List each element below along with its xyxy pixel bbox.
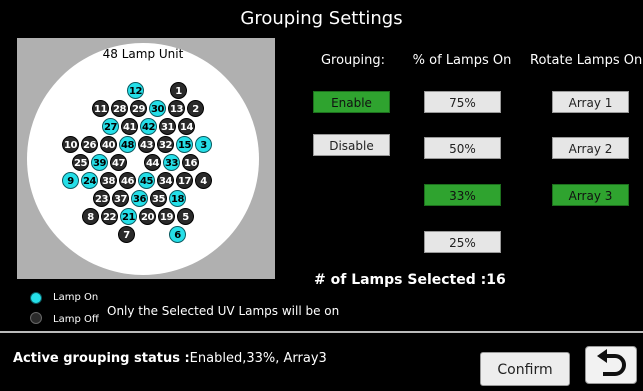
lamp-9[interactable]: 9: [62, 172, 79, 189]
lamp-8[interactable]: 8: [82, 208, 99, 225]
lamp-44[interactable]: 44: [144, 154, 161, 171]
lamp-unit-panel: 48 Lamp Unit 12 1 11 28 29 30 13 2 27 41 42 31 14 10 2…: [17, 38, 275, 279]
lamp-15[interactable]: 15: [176, 136, 193, 153]
lamp-1[interactable]: 1: [170, 82, 187, 99]
lamp-41[interactable]: 41: [121, 118, 138, 135]
grouping-header: Grouping:: [320, 53, 386, 68]
lamp-16[interactable]: 16: [182, 154, 199, 171]
lamp-47[interactable]: 47: [110, 154, 127, 171]
lamp-32[interactable]: 32: [157, 136, 174, 153]
lamp-34[interactable]: 34: [157, 172, 174, 189]
lamp-17[interactable]: 17: [176, 172, 193, 189]
status-value: Enabled,33%, Array3: [189, 351, 327, 366]
lamp-30[interactable]: 30: [149, 100, 166, 117]
lamp-18[interactable]: 18: [169, 190, 186, 207]
lamp-36[interactable]: 36: [131, 190, 148, 207]
lamp-off-dot-icon: [30, 312, 42, 324]
percent-25-button[interactable]: 25%: [424, 231, 501, 253]
lamps-selected-readout: # of Lamps Selected :16: [314, 272, 506, 288]
lamp-37[interactable]: 37: [112, 190, 129, 207]
lamp-20[interactable]: 20: [139, 208, 156, 225]
divider: [0, 331, 643, 333]
lamp-40[interactable]: 40: [100, 136, 117, 153]
grouping-enable-button[interactable]: Enable: [313, 91, 390, 113]
rotate-header: Rotate Lamps On: [530, 53, 643, 68]
legend-note: Only the Selected UV Lamps will be on: [107, 304, 340, 318]
lamp-29[interactable]: 29: [130, 100, 147, 117]
back-button[interactable]: [585, 346, 637, 384]
lamp-28[interactable]: 28: [111, 100, 128, 117]
lamp-3[interactable]: 3: [195, 136, 212, 153]
lamp-35[interactable]: 35: [150, 190, 167, 207]
lamp-27[interactable]: 27: [102, 118, 119, 135]
lamp-39[interactable]: 39: [91, 154, 108, 171]
lamp-26[interactable]: 26: [81, 136, 98, 153]
lamp-13[interactable]: 13: [168, 100, 185, 117]
percent-75-button[interactable]: 75%: [424, 91, 501, 113]
lamp-10[interactable]: 10: [62, 136, 79, 153]
lamp-on-dot-icon: [30, 292, 42, 304]
lamp-14[interactable]: 14: [178, 118, 195, 135]
array-1-button[interactable]: Array 1: [552, 91, 629, 113]
status-label: Active grouping status :: [13, 351, 190, 366]
lamp-38[interactable]: 38: [100, 172, 117, 189]
lamp-2[interactable]: 2: [187, 100, 204, 117]
array-3-button[interactable]: Array 3: [552, 184, 629, 206]
lamp-48[interactable]: 48: [119, 136, 136, 153]
grouping-disable-button[interactable]: Disable: [313, 134, 390, 156]
lamp-unit-title: 48 Lamp Unit: [102, 47, 184, 61]
page-title: Grouping Settings: [240, 8, 403, 29]
lamp-6[interactable]: 6: [169, 226, 186, 243]
lamp-43[interactable]: 43: [138, 136, 155, 153]
lamp-45[interactable]: 45: [138, 172, 155, 189]
lamp-5[interactable]: 5: [177, 208, 194, 225]
lamp-22[interactable]: 22: [101, 208, 118, 225]
active-grouping-status: Active grouping status :Enabled,33%, Arr…: [13, 351, 327, 366]
lamp-31[interactable]: 31: [159, 118, 176, 135]
array-2-button[interactable]: Array 2: [552, 137, 629, 159]
lamp-12[interactable]: 12: [127, 82, 144, 99]
lamp-25[interactable]: 25: [72, 154, 89, 171]
percent-50-button[interactable]: 50%: [424, 137, 501, 159]
lamp-4[interactable]: 4: [195, 172, 212, 189]
lamp-21[interactable]: 21: [120, 208, 137, 225]
lamp-33[interactable]: 33: [163, 154, 180, 171]
lamp-11[interactable]: 11: [92, 100, 109, 117]
lamp-23[interactable]: 23: [93, 190, 110, 207]
percent-header: % of Lamps On: [412, 53, 512, 68]
lamp-19[interactable]: 19: [158, 208, 175, 225]
return-arrow-icon: [597, 349, 626, 376]
lamp-42[interactable]: 42: [140, 118, 157, 135]
legend-off-label: Lamp Off: [53, 314, 99, 325]
legend-on-label: Lamp On: [53, 292, 99, 303]
confirm-button[interactable]: Confirm: [480, 352, 570, 386]
lamps-selected-label: # of Lamps Selected :: [314, 272, 487, 288]
lamp-7[interactable]: 7: [118, 226, 135, 243]
lamp-unit-diagram: 48 Lamp Unit 12 1 11 28 29 30 13 2 27 41 42 31 14 10 2…: [27, 43, 259, 275]
lamp-24[interactable]: 24: [81, 172, 98, 189]
percent-33-button[interactable]: 33%: [424, 184, 501, 206]
lamps-selected-count: 16: [486, 272, 506, 288]
lamp-46[interactable]: 46: [119, 172, 136, 189]
